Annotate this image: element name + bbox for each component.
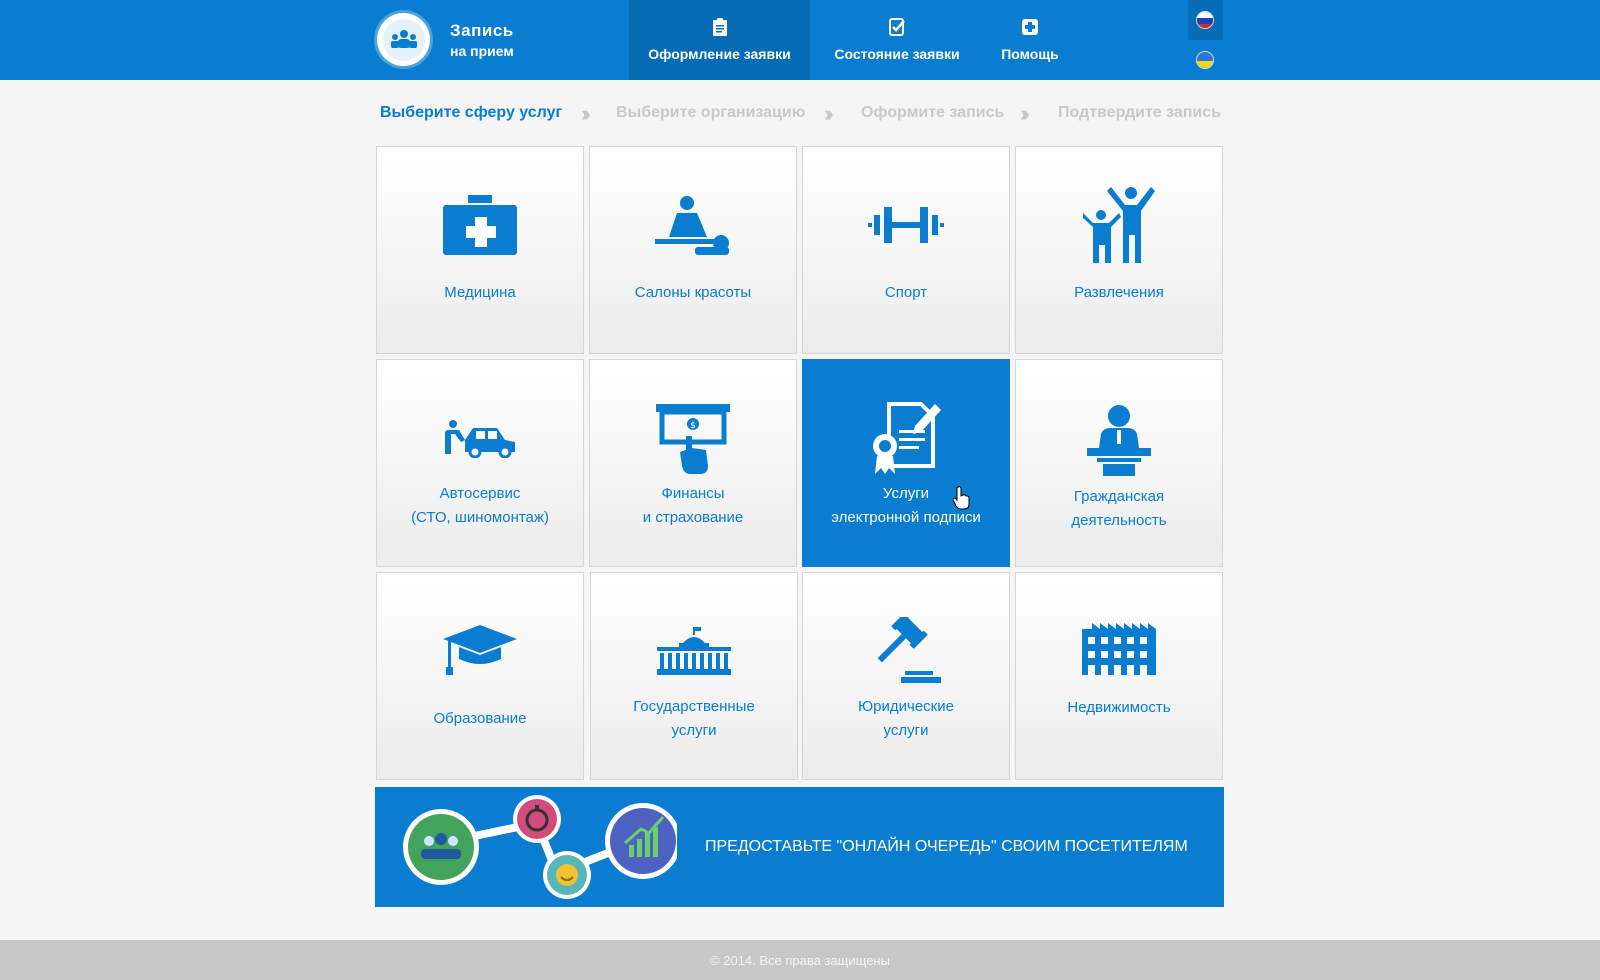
- ru-flag-icon[interactable]: [1196, 11, 1214, 29]
- nav-help[interactable]: Помощь: [990, 0, 1070, 80]
- tile-auto-service[interactable]: Автосервис (СТО, шиномонтаж): [376, 359, 584, 567]
- gavel-icon: [803, 617, 1009, 683]
- tile-beauty-salons[interactable]: Салоны красоты: [589, 146, 797, 354]
- nav-request-status[interactable]: Состояние заявки: [820, 0, 974, 80]
- svg-text:$: $: [690, 421, 696, 431]
- tile-legal-services[interactable]: Юридические услуги: [802, 572, 1010, 780]
- tile-label: Спорт: [884, 284, 928, 301]
- chevron-double-icon: ››: [824, 101, 833, 126]
- tile-label: Гражданская деятельность: [1071, 488, 1167, 529]
- car-service-icon: [377, 420, 583, 458]
- certificate-sign-icon: [803, 402, 1009, 474]
- tile-label: Салоны красоты: [634, 284, 752, 301]
- nav-label: Состояние заявки: [834, 46, 960, 62]
- step-confirm-appointment: Подтвердите запись: [1058, 104, 1221, 121]
- building-icon: [1016, 623, 1222, 675]
- nav-label: Оформление заявки: [648, 46, 791, 62]
- hand-cursor-icon: [952, 486, 971, 515]
- tile-label: Государственные услуги: [633, 698, 755, 739]
- tile-medicine[interactable]: Медицина: [376, 146, 584, 354]
- tile-label: Финансы и страхование: [642, 485, 744, 526]
- logo-title[interactable]: Запись: [450, 21, 514, 41]
- checklist-icon: [888, 17, 906, 37]
- logo-icon[interactable]: [377, 13, 430, 66]
- logo-subtitle[interactable]: на прием: [450, 43, 514, 59]
- family-cheer-icon: [1016, 187, 1222, 263]
- banner-text: ПРЕДОСТАВЬТЕ "ОНЛАЙН ОЧЕРЕДЬ" СВОИМ ПОСЕ…: [705, 838, 1188, 855]
- atm-hand-icon: $: [590, 404, 796, 474]
- massage-icon: [590, 195, 796, 255]
- page-footer: © 2014. Все права защищены: [0, 940, 1600, 980]
- tile-finance-insurance[interactable]: $ Финансы и страхование: [589, 359, 797, 567]
- nav-label: Помощь: [1001, 46, 1059, 62]
- first-aid-kit-icon: [377, 195, 583, 255]
- tile-electronic-signature[interactable]: Услуги электронной подписи: [802, 359, 1010, 567]
- tile-label: Образование: [433, 710, 527, 727]
- speaker-podium-icon: [1016, 404, 1222, 476]
- top-header: Запись на прием Оформление заявки Состоя…: [0, 0, 1600, 80]
- step-make-appointment: Оформите запись: [861, 104, 1005, 121]
- tile-real-estate[interactable]: Недвижимость: [1015, 572, 1223, 780]
- online-queue-banner[interactable]: ПРЕДОСТАВЬТЕ "ОНЛАЙН ОЧЕРЕДЬ" СВОИМ ПОСЕ…: [375, 787, 1224, 907]
- tile-government-services[interactable]: Государственные услуги: [590, 572, 798, 780]
- tile-label: Автосервис (СТО, шиномонтаж): [411, 485, 549, 526]
- tile-label: Медицина: [444, 284, 516, 301]
- tile-civil-activity[interactable]: Гражданская деятельность: [1015, 359, 1223, 567]
- chevron-double-icon: ››: [1020, 101, 1029, 126]
- step-choose-organization: Выберите организацию: [616, 104, 806, 121]
- tile-label: Недвижимость: [1067, 699, 1171, 716]
- copyright-text: © 2014. Все права защищены: [710, 953, 890, 968]
- government-building-icon: [591, 627, 797, 675]
- medical-cross-icon: [1021, 17, 1039, 37]
- ua-flag-icon[interactable]: [1196, 51, 1214, 69]
- graduation-cap-icon: [377, 625, 583, 675]
- chevron-double-icon: ››: [581, 101, 590, 126]
- tile-entertainment[interactable]: Развлечения: [1015, 146, 1223, 354]
- queue-illustration-icon: [403, 795, 677, 899]
- dumbbell-icon: [803, 207, 1009, 243]
- steps-breadcrumb: Выберите сферу услуг ›› Выберите организ…: [380, 101, 1225, 126]
- step-choose-sphere: Выберите сферу услуг: [380, 104, 563, 121]
- tile-label: Юридические услуги: [858, 698, 954, 739]
- tile-sport[interactable]: Спорт: [802, 146, 1010, 354]
- nav-new-request[interactable]: Оформление заявки: [629, 0, 810, 80]
- tile-education[interactable]: Образование: [376, 572, 584, 780]
- clipboard-icon: [712, 17, 728, 37]
- tile-label: Услуги электронной подписи: [831, 485, 981, 526]
- tile-label: Развлечения: [1074, 284, 1164, 301]
